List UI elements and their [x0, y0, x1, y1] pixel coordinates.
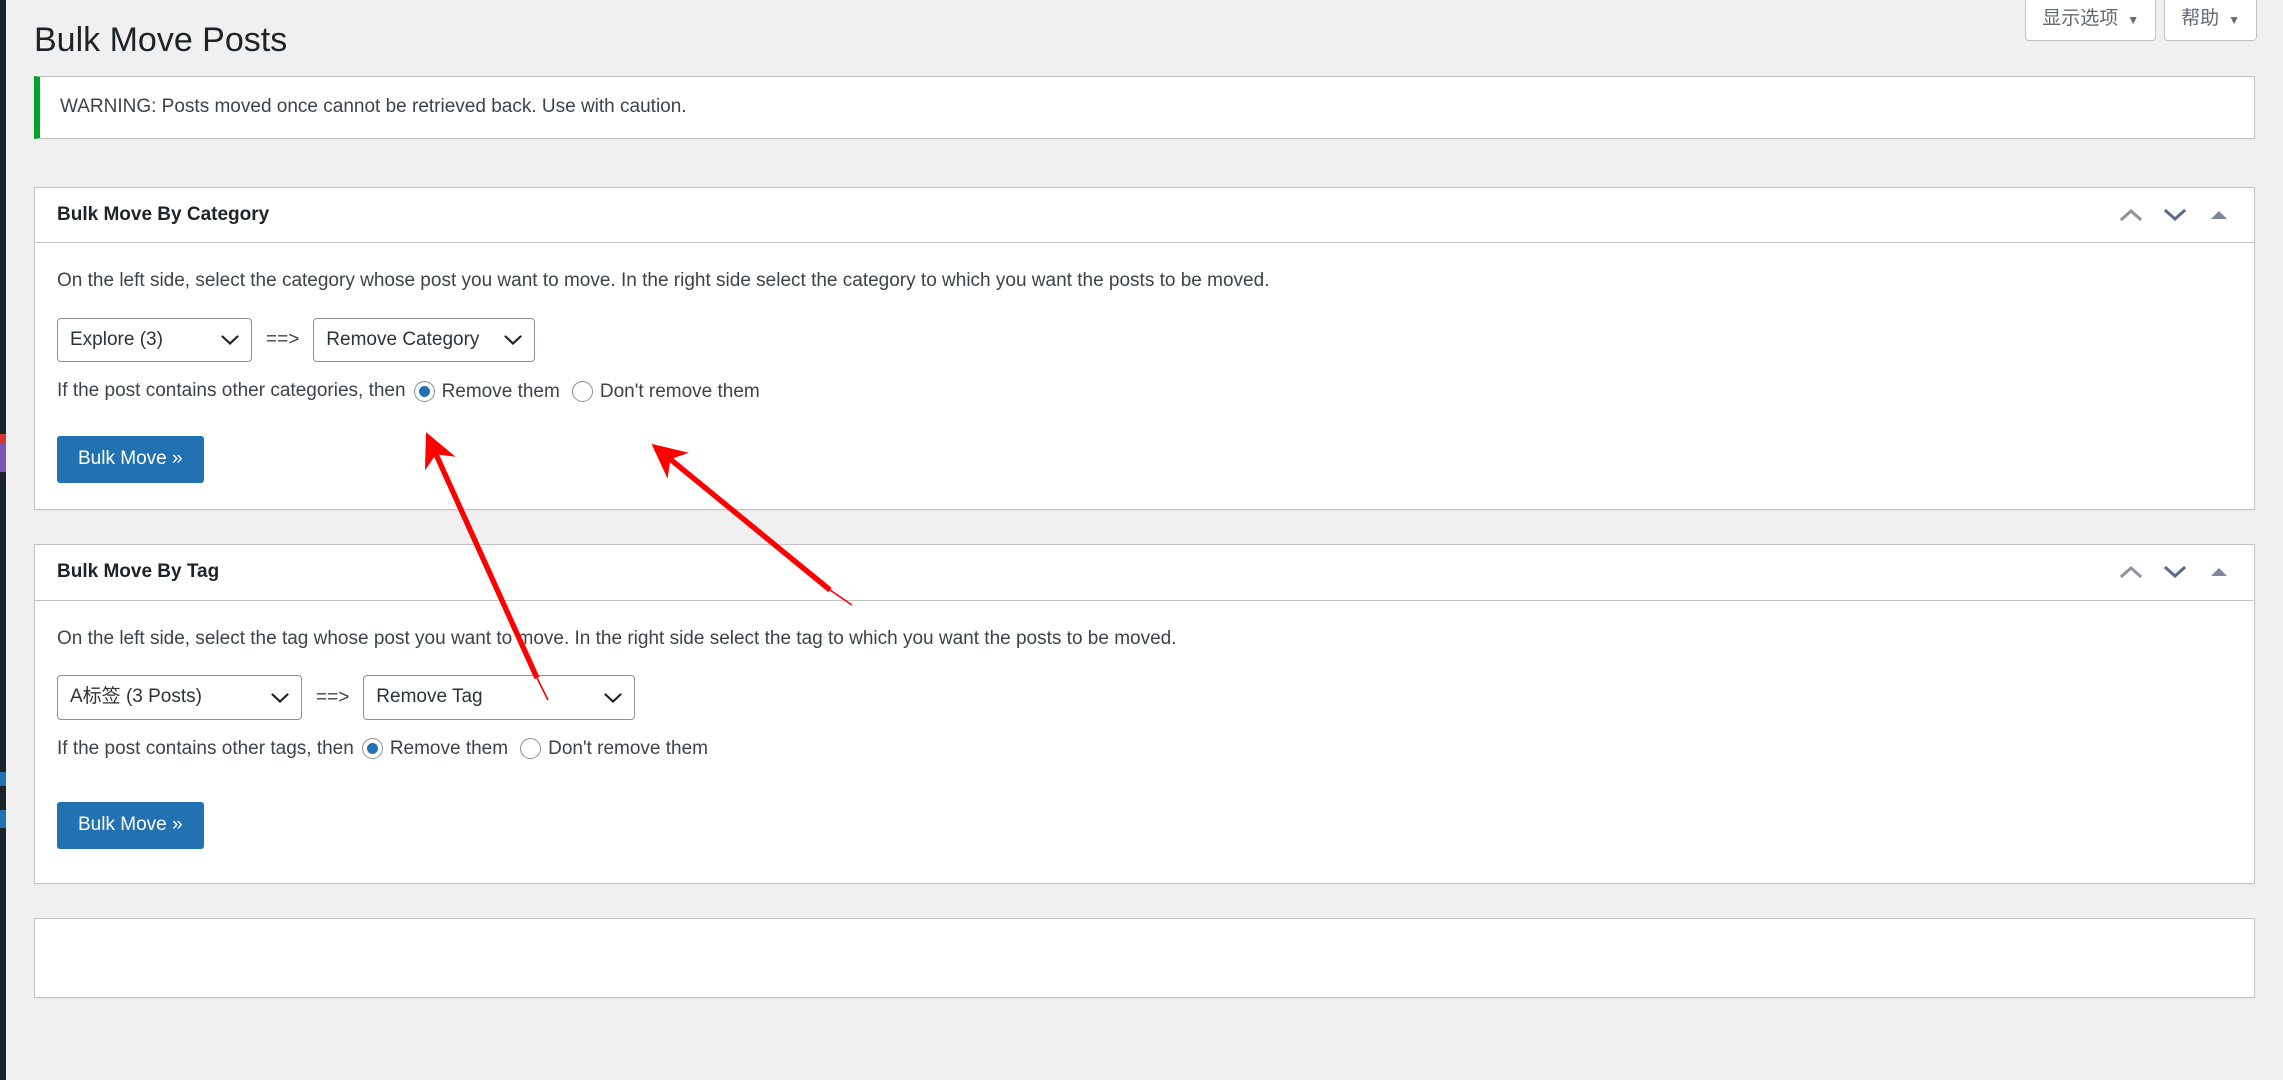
target-category-select-shell: Remove Category: [313, 317, 536, 363]
arrow-separator: ==>: [266, 329, 300, 351]
target-tag-select[interactable]: Remove Tag: [363, 675, 636, 720]
edge-artifact-red: [0, 434, 6, 444]
panel-handle-actions: [2110, 551, 2250, 593]
triangle-up-icon[interactable]: [2198, 194, 2240, 236]
category-remove-them-label: Remove them: [441, 380, 560, 402]
category-dont-remove-them-option[interactable]: Don't remove them: [571, 380, 760, 402]
tag-dont-remove-them-option[interactable]: Don't remove them: [520, 738, 709, 760]
category-bulk-move-button[interactable]: Bulk Move »: [57, 436, 204, 484]
panel-header: Bulk Move By Tag: [35, 545, 2254, 601]
category-radio-lead: If the post contains other categories, t…: [57, 380, 406, 402]
tag-bulk-move-button[interactable]: Bulk Move »: [57, 801, 204, 849]
category-remove-them-radio[interactable]: [413, 380, 435, 402]
chevron-up-icon[interactable]: [2110, 194, 2152, 236]
page-wrap: Bulk Move Posts WARNING: Posts moved onc…: [6, 0, 2283, 998]
panel-handle-actions: [2110, 194, 2250, 236]
chevron-up-icon[interactable]: [2110, 551, 2152, 593]
page-title: Bulk Move Posts: [34, 21, 288, 59]
category-remove-them-option[interactable]: Remove them: [413, 380, 560, 402]
chevron-down-icon[interactable]: [2154, 551, 2196, 593]
tag-dont-remove-them-radio[interactable]: [520, 738, 542, 760]
contextual-help-link[interactable]: 帮助 ▼: [2164, 0, 2257, 41]
target-tag-select-shell: Remove Tag: [363, 675, 636, 720]
source-category-select[interactable]: Explore (3): [57, 317, 252, 363]
warning-notice: WARNING: Posts moved once cannot be retr…: [34, 76, 2255, 139]
contextual-help-label: 帮助: [2181, 8, 2220, 29]
bulk-move-by-tag-panel: Bulk Move By Tag On the left side, selec…: [34, 544, 2255, 884]
panel-body: On the left side, select the tag whose p…: [35, 601, 2254, 883]
bulk-move-by-category-panel: Bulk Move By Category On the left side, …: [34, 186, 2255, 511]
admin-menu-edge: [0, 0, 6, 1080]
category-dont-remove-them-radio[interactable]: [571, 380, 593, 402]
arrow-separator: ==>: [316, 686, 350, 708]
tag-dont-remove-them-label: Don't remove them: [548, 738, 709, 760]
target-category-select[interactable]: Remove Category: [313, 317, 536, 363]
panel-title: Bulk Move By Tag: [57, 561, 220, 583]
tag-select-row: A标签 (3 Posts) ==> Remove Tag: [57, 675, 2232, 720]
tag-remove-them-option[interactable]: Remove them: [361, 738, 509, 760]
next-panel-partial: [34, 917, 2255, 998]
tag-radio-lead: If the post contains other tags, then: [57, 737, 354, 759]
warning-notice-text: WARNING: Posts moved once cannot be retr…: [60, 96, 687, 118]
panel-header: Bulk Move By Category: [35, 188, 2254, 244]
triangle-up-icon[interactable]: [2198, 551, 2240, 593]
tag-remove-them-label: Remove them: [389, 738, 509, 760]
panel-title: Bulk Move By Category: [57, 203, 270, 225]
edge-artifact-violet: [0, 444, 6, 472]
chevron-down-icon[interactable]: [2154, 194, 2196, 236]
category-select-row: Explore (3) ==> Remove Category: [57, 317, 2232, 363]
tag-helper-text: On the left side, select the tag whose p…: [57, 627, 1177, 649]
category-radio-row: If the post contains other categories, t…: [57, 380, 2232, 402]
tag-remove-them-radio[interactable]: [361, 738, 383, 760]
screen-meta-links: 显示选项 ▼ 帮助 ▼: [2025, 0, 2257, 41]
chevron-down-icon: ▼: [2228, 12, 2240, 27]
edge-artifact-blue-2: [0, 810, 6, 828]
source-tag-select[interactable]: A标签 (3 Posts): [57, 675, 302, 720]
tag-radio-row: If the post contains other tags, then Re…: [57, 738, 2232, 760]
show-settings-label: 显示选项: [2042, 8, 2119, 29]
edge-artifact-blue-1: [0, 772, 6, 786]
category-helper-text: On the left side, select the category wh…: [57, 270, 1270, 292]
category-dont-remove-them-label: Don't remove them: [599, 380, 760, 402]
show-settings-link[interactable]: 显示选项 ▼: [2025, 0, 2157, 41]
panel-body: On the left side, select the category wh…: [35, 243, 2254, 509]
source-tag-select-shell: A标签 (3 Posts): [57, 675, 302, 720]
source-category-select-shell: Explore (3): [57, 317, 252, 363]
chevron-down-icon: ▼: [2127, 12, 2140, 27]
